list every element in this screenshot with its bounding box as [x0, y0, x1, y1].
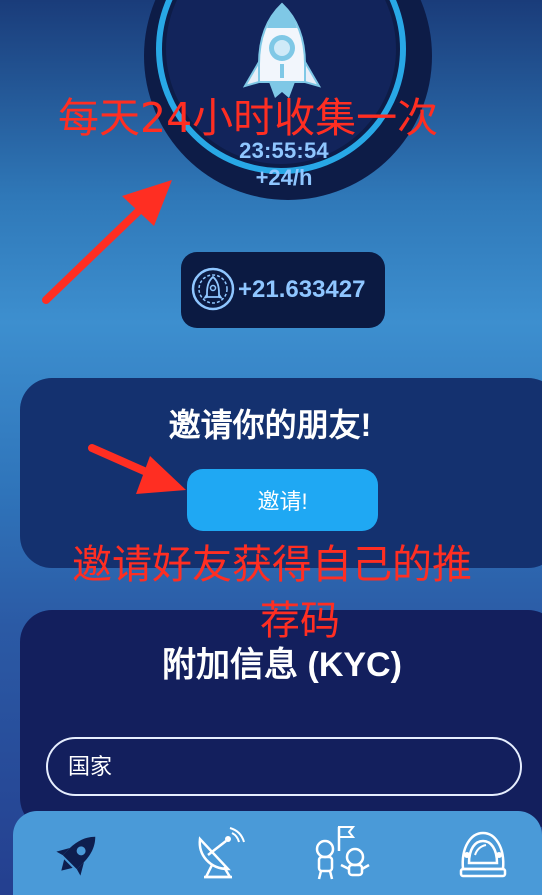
satellite-dish-icon: [198, 827, 245, 879]
nav-item-astronauts[interactable]: [306, 818, 376, 888]
rocket-coin-icon: [191, 267, 235, 311]
nav-item-helmet[interactable]: [448, 818, 518, 888]
nav-item-rocket[interactable]: [44, 818, 114, 888]
mining-rate: +24/h: [255, 165, 313, 190]
country-field[interactable]: [46, 737, 522, 796]
balance-value: +21.633427: [238, 276, 366, 303]
annotation-collect-daily: 每天24小时收集一次: [58, 94, 439, 142]
arrow-to-dial: [42, 180, 172, 304]
astronaut-helmet-icon: [459, 831, 507, 878]
rocket-icon: [56, 836, 96, 876]
annotation-invite-line-1: 邀请好友获得自己的推: [72, 542, 472, 588]
astronauts-flag-icon: [315, 826, 370, 880]
annotation-invite-line-2: 荐码: [260, 598, 340, 644]
invite-button[interactable]: 邀请!: [187, 469, 378, 531]
invite-title: 邀请你的朋友!: [168, 407, 372, 443]
nav-item-satellite[interactable]: [183, 818, 253, 888]
